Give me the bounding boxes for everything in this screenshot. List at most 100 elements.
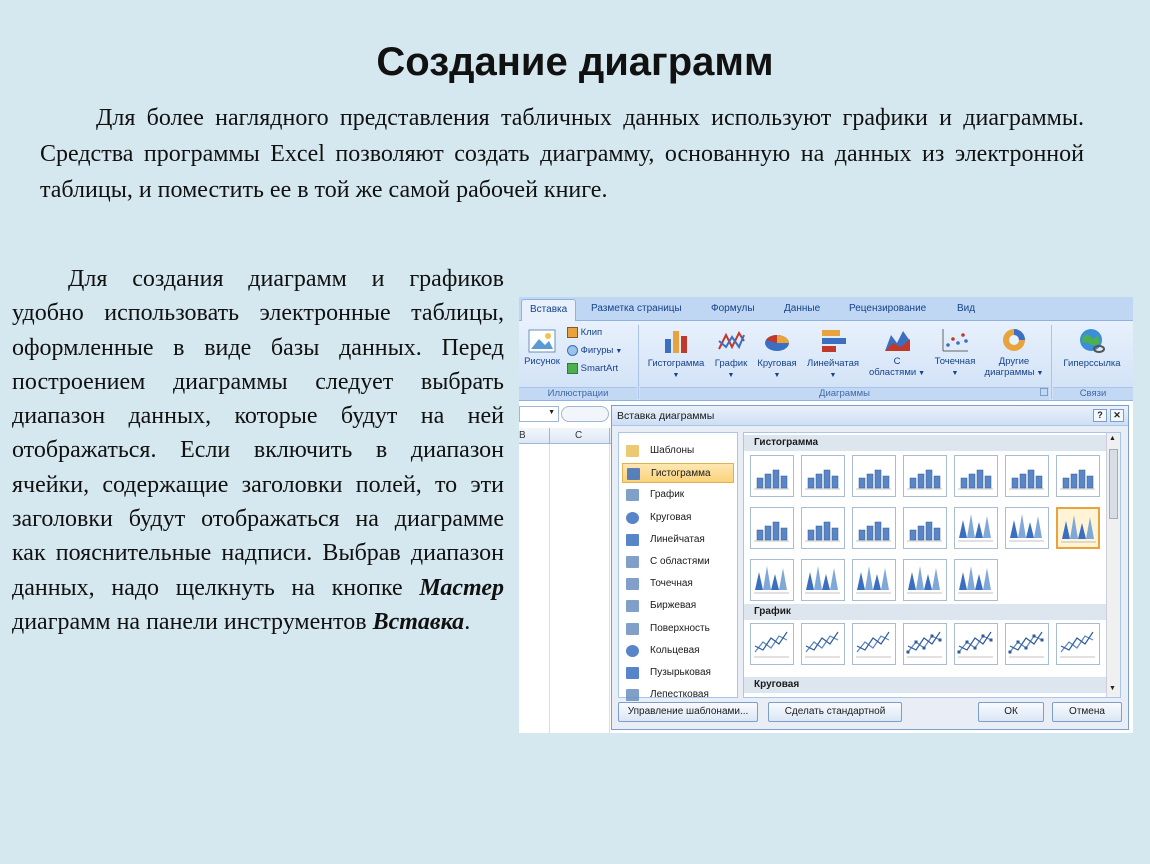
clip-label: Клип bbox=[580, 327, 603, 339]
tab-insert[interactable]: Вставка bbox=[521, 299, 577, 322]
chart-subtype-thumbnail[interactable] bbox=[750, 507, 794, 549]
chart-subtype-thumbnail[interactable] bbox=[750, 559, 794, 601]
chart-subtype-thumbnail[interactable] bbox=[801, 507, 845, 549]
scatter-button[interactable]: Точечная ▼ bbox=[929, 327, 981, 379]
category-item[interactable]: Кольцевая bbox=[622, 641, 734, 661]
category-item[interactable]: Поверхность bbox=[622, 619, 734, 639]
graph-button[interactable]: График ▼ bbox=[711, 327, 751, 381]
chart-subtype-thumbnail[interactable] bbox=[801, 455, 845, 497]
column-header-c[interactable]: C bbox=[575, 430, 582, 441]
chart-subtype-thumbnail[interactable] bbox=[750, 455, 794, 497]
scroll-down-icon[interactable]: ▼ bbox=[1109, 685, 1116, 692]
tab-view[interactable]: Вид bbox=[957, 303, 975, 314]
tab-formulas[interactable]: Формулы bbox=[711, 303, 755, 314]
column-header-b[interactable]: B bbox=[519, 430, 526, 441]
category-item[interactable]: График bbox=[622, 485, 734, 505]
section-header-histogram: Гистограмма bbox=[744, 435, 1106, 451]
tab-page-layout[interactable]: Разметка страницы bbox=[591, 303, 682, 314]
scatter-label: Точечная bbox=[934, 356, 976, 367]
doughnut-chart-icon bbox=[626, 644, 639, 657]
chart-subtype-thumbnail[interactable] bbox=[801, 623, 845, 665]
chart-subtype-thumbnail[interactable] bbox=[852, 507, 896, 549]
chart-subtype-thumbnail[interactable] bbox=[954, 455, 998, 497]
surface-chart-icon bbox=[626, 622, 639, 635]
category-item[interactable]: Шаблоны bbox=[622, 441, 734, 461]
chart-subtype-thumbnail[interactable] bbox=[1005, 507, 1049, 549]
area-button[interactable]: С областями ▼ bbox=[867, 327, 927, 379]
clip-button[interactable]: Клип bbox=[567, 327, 602, 338]
chart-subtype-thumbnail[interactable] bbox=[954, 623, 998, 665]
shapes-button[interactable]: Фигуры ▼ bbox=[567, 345, 622, 357]
name-box[interactable]: ▼ bbox=[519, 406, 559, 422]
chart-subtype-thumbnail[interactable] bbox=[852, 559, 896, 601]
chart-subtype-thumbnail[interactable] bbox=[903, 507, 947, 549]
chevron-down-icon: ▼ bbox=[727, 372, 735, 379]
column-chart-icon bbox=[1060, 469, 1095, 490]
category-item[interactable]: Круговая bbox=[622, 508, 734, 528]
scroll-thumb[interactable] bbox=[1109, 449, 1118, 519]
chart-subtype-thumbnail[interactable] bbox=[1005, 455, 1049, 497]
chart-subtype-thumbnail[interactable] bbox=[1056, 455, 1100, 497]
category-item[interactable]: Точечная bbox=[622, 574, 734, 594]
column-chart-icon bbox=[958, 469, 993, 490]
chart-subtype-thumbnail[interactable] bbox=[852, 623, 896, 665]
formula-bar[interactable] bbox=[561, 406, 609, 422]
chart-category-list: Шаблоны Гистограмма График Круговая Линейчат… bbox=[618, 432, 738, 702]
chart-subtype-thumbnail[interactable] bbox=[954, 507, 998, 549]
chevron-down-icon: ▼ bbox=[613, 348, 623, 356]
chart-subtype-thumbnail[interactable] bbox=[801, 559, 845, 601]
tab-review[interactable]: Рецензирование bbox=[849, 303, 926, 314]
manage-templates-button[interactable]: Управление шаблонами... bbox=[618, 702, 758, 722]
chart-gallery: Гистограмма График Круговая ▲ ▼ bbox=[743, 432, 1121, 698]
category-item[interactable]: С областями bbox=[622, 552, 734, 572]
dialog-launcher-icon[interactable] bbox=[1040, 388, 1048, 396]
chart-subtype-thumbnail[interactable] bbox=[1005, 623, 1049, 665]
category-item[interactable]: Гистограмма bbox=[622, 463, 734, 484]
ok-button[interactable]: ОК bbox=[978, 702, 1044, 722]
category-item[interactable]: Линейчатая bbox=[622, 530, 734, 550]
slide-title: Создание диаграмм bbox=[376, 40, 774, 84]
picture-button[interactable]: Рисунок bbox=[521, 329, 563, 367]
grid-line bbox=[549, 444, 550, 733]
column-chart-icon bbox=[907, 521, 942, 542]
line-chart-icon bbox=[718, 330, 745, 350]
line-chart-icon bbox=[856, 631, 891, 658]
other-label-1: Другие bbox=[998, 356, 1030, 367]
chart-subtype-thumbnail[interactable] bbox=[1056, 623, 1100, 665]
other-charts-button[interactable]: Другие диаграммы ▼ bbox=[981, 327, 1047, 379]
p2-text-middle: диаграмм на панели инструментов bbox=[12, 608, 373, 635]
cancel-button[interactable]: Отмена bbox=[1052, 702, 1122, 722]
help-button[interactable]: ? bbox=[1093, 409, 1107, 422]
category-item[interactable]: Биржевая bbox=[622, 596, 734, 616]
chart-subtype-thumbnail[interactable] bbox=[1056, 507, 1100, 549]
pie-chart-icon bbox=[765, 335, 789, 351]
area-label-2: областями bbox=[868, 367, 917, 378]
bar-button[interactable]: Линейчатая ▼ bbox=[803, 327, 863, 381]
gallery-scrollbar[interactable]: ▲ ▼ bbox=[1106, 433, 1120, 697]
category-label: Пузырьковая bbox=[650, 667, 711, 678]
category-item[interactable]: Пузырьковая bbox=[622, 663, 734, 683]
intro-paragraph: Для более наглядного представления табли… bbox=[40, 105, 1084, 203]
pie-button[interactable]: Круговая ▼ bbox=[753, 327, 801, 381]
chart-subtype-thumbnail[interactable] bbox=[903, 559, 947, 601]
tab-data[interactable]: Данные bbox=[784, 303, 820, 314]
scroll-up-icon[interactable]: ▲ bbox=[1109, 435, 1116, 442]
chart-subtype-thumbnail[interactable] bbox=[954, 559, 998, 601]
chart-subtype-thumbnail[interactable] bbox=[852, 455, 896, 497]
radar-chart-icon bbox=[626, 689, 639, 702]
hyperlink-button[interactable]: Гиперссылка bbox=[1055, 327, 1129, 369]
scatter-chart-icon bbox=[626, 578, 639, 591]
ribbon-separator bbox=[1051, 325, 1052, 399]
chart-subtype-thumbnail[interactable] bbox=[903, 455, 947, 497]
chart-subtype-thumbnail[interactable] bbox=[903, 623, 947, 665]
close-button[interactable]: ✕ bbox=[1110, 409, 1124, 422]
chart-subtype-thumbnail[interactable] bbox=[750, 623, 794, 665]
bubble-chart-icon bbox=[626, 667, 639, 679]
line-chart-icon bbox=[957, 631, 993, 658]
category-label: Гистограмма bbox=[651, 468, 711, 480]
histogram-button[interactable]: Гистограмма ▼ bbox=[643, 327, 709, 381]
smartart-button[interactable]: SmartArt bbox=[567, 363, 618, 374]
doughnut-chart-icon bbox=[1003, 329, 1025, 351]
column-chart-icon bbox=[665, 331, 687, 353]
set-default-button[interactable]: Сделать стандартной bbox=[768, 702, 902, 722]
